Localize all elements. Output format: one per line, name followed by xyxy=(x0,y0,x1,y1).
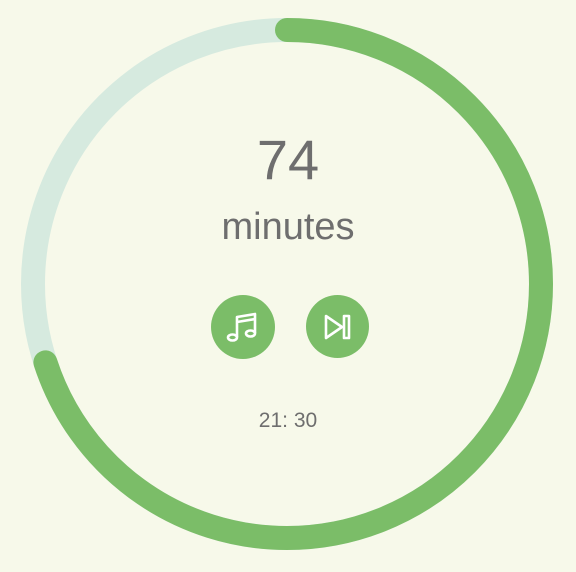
clock-time: 21: 30 xyxy=(258,409,318,432)
music-button[interactable] xyxy=(211,295,275,359)
minutes-value: 74 xyxy=(256,128,320,191)
progress-ring xyxy=(21,18,553,550)
skip-button[interactable] xyxy=(306,295,369,358)
skip-forward-icon xyxy=(324,314,350,339)
music-note-icon xyxy=(226,312,257,342)
minutes-label: minutes xyxy=(221,206,355,248)
